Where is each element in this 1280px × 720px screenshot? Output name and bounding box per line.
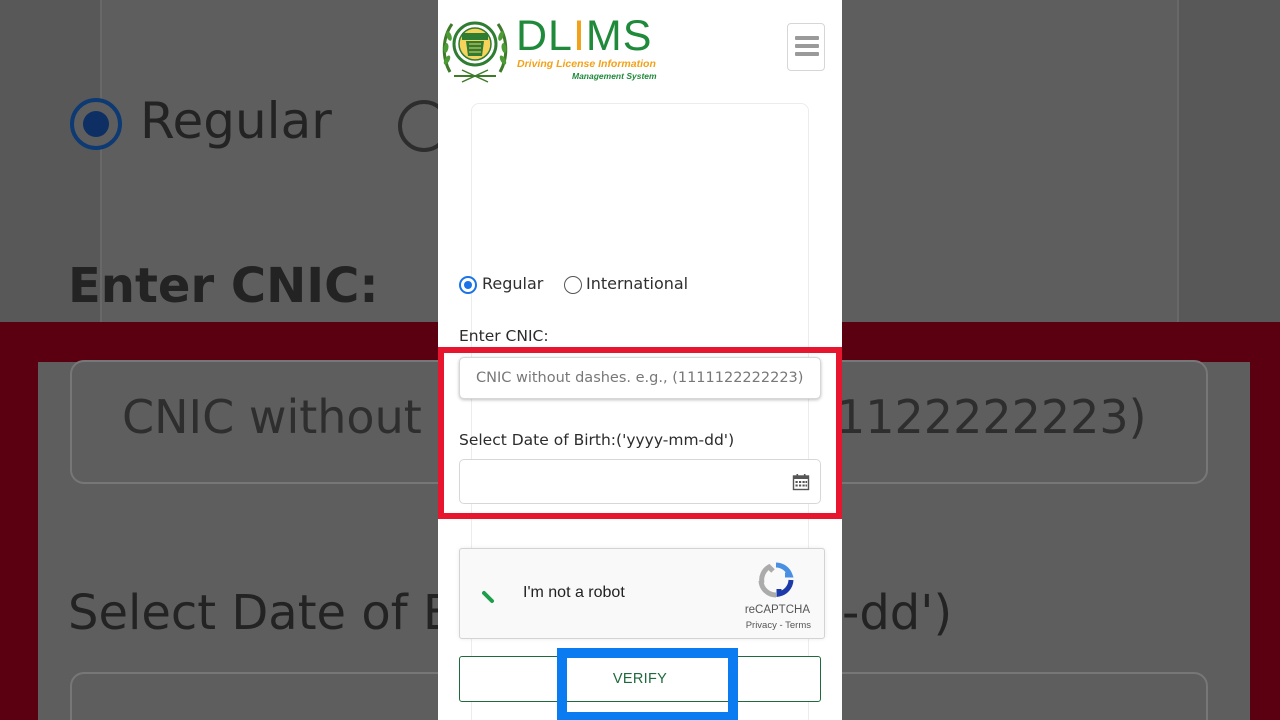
brand-tagline-1: Driving License Information <box>517 58 656 70</box>
hamburger-line <box>795 52 819 56</box>
privacy-link[interactable]: Privacy <box>746 620 777 631</box>
hamburger-menu-button[interactable] <box>787 23 825 71</box>
hamburger-line <box>795 44 819 48</box>
brand-prefix: DL <box>516 12 573 60</box>
radio-regular-label[interactable]: Regular <box>482 274 543 293</box>
phone-screen: DLIMS Driving License Information Manage… <box>438 0 842 720</box>
calendar-icon[interactable] <box>792 473 810 491</box>
brand-wordmark: DLIMS <box>516 14 652 58</box>
dob-label: Select Date of Birth:('yyyy-mm-dd') <box>459 431 735 449</box>
background-cnic-label: Enter CNIC: <box>68 258 379 314</box>
recaptcha-links: Privacy - Terms <box>746 620 811 631</box>
terms-link[interactable]: Terms <box>785 620 811 631</box>
recaptcha-brand: reCAPTCHA <box>744 604 810 616</box>
background-dob-label-right: -dd') <box>842 585 953 641</box>
background-radio-selected <box>70 98 122 150</box>
cnic-input[interactable] <box>460 358 820 398</box>
background-placeholder-right: 1122222223) <box>836 390 1147 444</box>
background-dob-label-left: Select Date of E <box>68 585 454 641</box>
punjab-seal-icon <box>442 21 508 83</box>
radio-international[interactable] <box>564 276 582 294</box>
recaptcha-logo-icon <box>758 562 794 598</box>
hamburger-menu-icon <box>795 36 819 40</box>
cnic-label: Enter CNIC: <box>459 327 549 345</box>
radio-regular[interactable] <box>459 276 477 294</box>
brand-i: I <box>572 12 586 60</box>
dlims-logo[interactable]: DLIMS Driving License Information Manage… <box>440 10 670 88</box>
dob-input[interactable] <box>459 459 821 504</box>
radio-international-label[interactable]: International <box>586 274 688 293</box>
link-separator: - <box>779 620 783 631</box>
cnic-field[interactable] <box>459 357 821 399</box>
recaptcha-widget: I'm not a robot reCAPTCHA Privacy - Term… <box>459 548 825 639</box>
background-regular-text: Regular <box>140 92 332 150</box>
brand-tagline-2: Management System <box>572 71 657 81</box>
brand-suffix: MS <box>585 12 653 60</box>
background-placeholder-left: CNIC without <box>122 390 422 444</box>
recaptcha-label[interactable]: I'm not a robot <box>523 584 625 602</box>
recaptcha-spinner-icon[interactable] <box>480 587 500 607</box>
verify-button[interactable]: VERIFY <box>459 656 821 702</box>
